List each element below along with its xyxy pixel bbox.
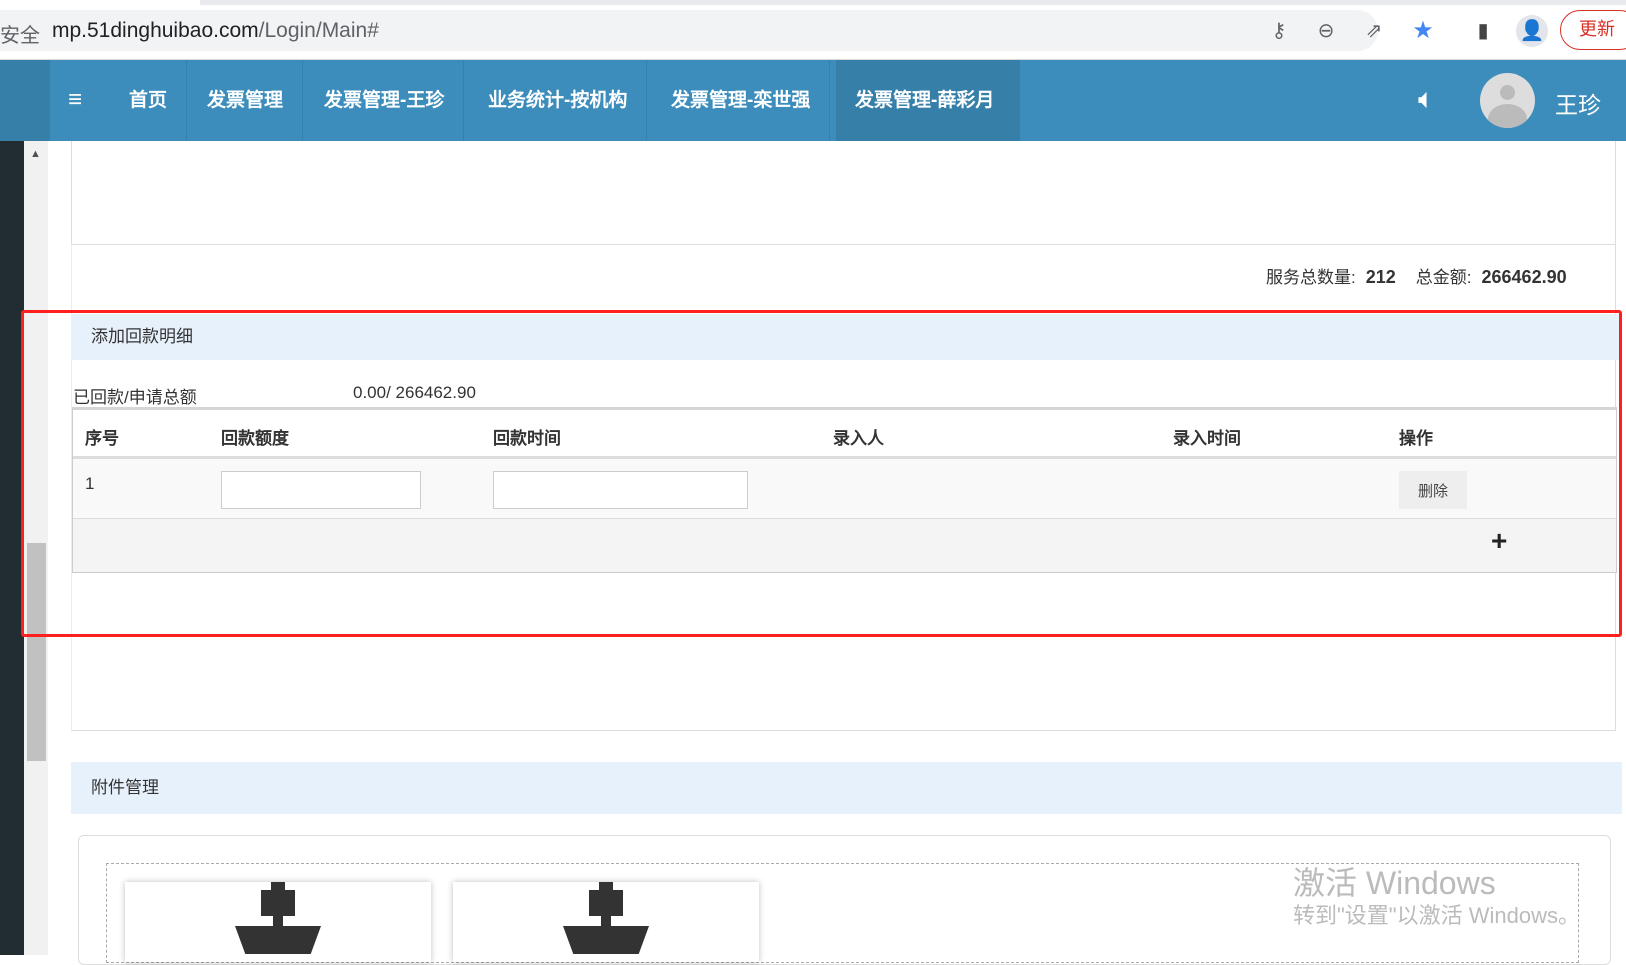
nav-tab-invoice-wangzhen[interactable]: 发票管理-王珍 [305, 60, 465, 141]
attachment-card[interactable] [125, 882, 431, 962]
speaker-icon[interactable]: 🔈︎ [1418, 83, 1435, 116]
payment-table: 序号 回款额度 回款时间 录入人 录入时间 操作 1 删除 + [72, 407, 1617, 573]
nav-tab-invoice-luan[interactable]: 发票管理-栾世强 [652, 60, 831, 141]
menu-toggle-icon[interactable]: ≡ [68, 60, 82, 141]
col-amount: 回款额度 [221, 429, 289, 448]
scroll-up-arrow-icon[interactable]: ▲ [30, 148, 41, 160]
sidebar [0, 141, 24, 955]
plug-icon [235, 882, 321, 954]
top-panel [71, 141, 1616, 245]
security-indicator[interactable]: 安全 [0, 19, 40, 48]
plug-icon [563, 882, 649, 954]
add-row: + [73, 519, 1616, 572]
nav-tab-invoice[interactable]: 发票管理 [188, 60, 304, 141]
tab-strip [200, 0, 1626, 5]
col-entered-time: 录入时间 [1173, 429, 1241, 448]
amount-input[interactable] [221, 471, 421, 509]
url-path: /Login/Main# [258, 19, 379, 42]
avatar[interactable] [1480, 73, 1535, 128]
user-name[interactable]: 王珍 [1555, 86, 1601, 120]
paid-value: 0.00/ 266462.90 [353, 383, 476, 402]
update-button[interactable]: 更新 [1560, 10, 1626, 50]
nav-tab-home[interactable]: 首页 [110, 60, 188, 141]
paid-label: 已回款/申请总额 [73, 388, 197, 407]
col-entered-by: 录入人 [833, 429, 884, 448]
time-input[interactable] [493, 471, 748, 509]
attachment-section-header: 附件管理 [71, 762, 1622, 814]
url-host: mp.51dinghuibao.com [52, 19, 259, 42]
delete-button[interactable]: 删除 [1399, 471, 1467, 509]
table-header: 序号 回款额度 回款时间 录入人 录入时间 操作 [73, 410, 1616, 459]
nav-left-block [0, 60, 50, 141]
nav-tab-stats[interactable]: 业务统计-按机构 [469, 60, 648, 141]
side-panel-icon[interactable]: ▮ [1470, 18, 1496, 44]
add-plus-icon[interactable]: + [1491, 525, 1507, 557]
col-time: 回款时间 [493, 429, 561, 448]
profile-icon[interactable]: 👤 [1516, 15, 1548, 47]
activation-watermark-text: 转到"设置"以激活 Windows。 [1293, 903, 1580, 928]
payment-section-header: 添加回款明细 [71, 314, 1622, 360]
scrollbar-thumb[interactable] [27, 543, 46, 761]
bookmark-star-icon[interactable]: ★ [1410, 18, 1436, 44]
nav-tab-invoice-xue[interactable]: 发票管理-薛彩月 [836, 60, 1020, 141]
row-index: 1 [85, 474, 95, 493]
table-row: 1 删除 [73, 459, 1616, 519]
key-icon[interactable]: ⚷ [1266, 18, 1292, 44]
share-icon[interactable]: ⇗ [1361, 18, 1387, 44]
col-actions: 操作 [1399, 429, 1433, 448]
col-index: 序号 [85, 429, 119, 448]
url-text[interactable]: mp.51dinghuibao.com/Login/Main# [52, 19, 379, 43]
zoom-out-icon[interactable]: ⊖ [1313, 18, 1339, 44]
attachment-card[interactable] [453, 882, 759, 962]
